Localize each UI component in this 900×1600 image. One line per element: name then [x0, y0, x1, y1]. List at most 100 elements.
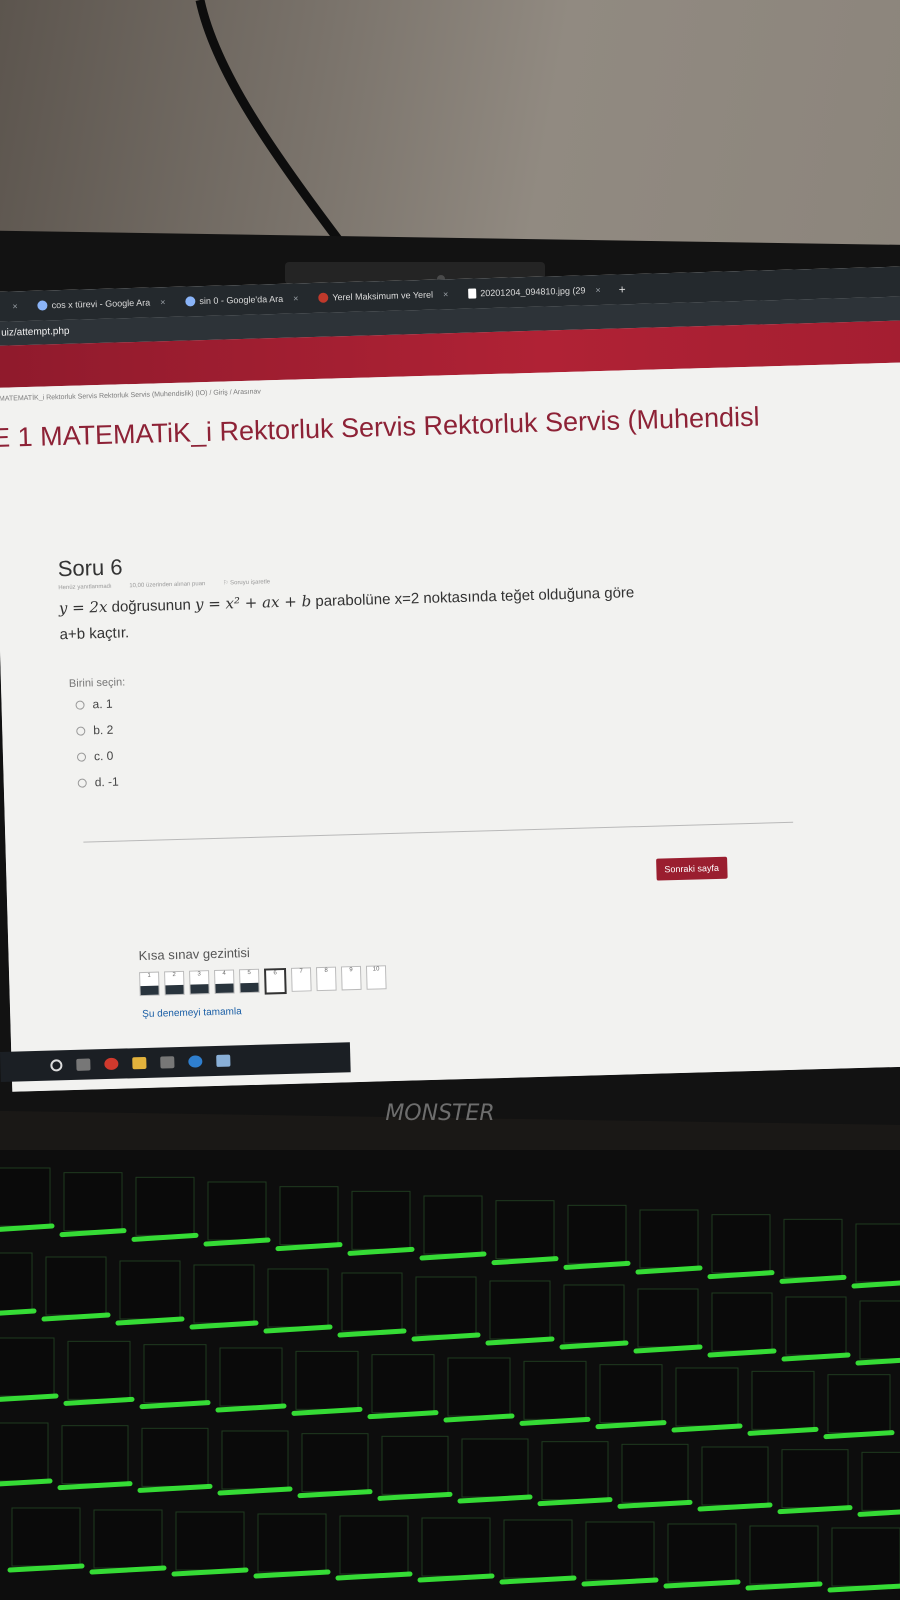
keyboard-key-glow [291, 1406, 363, 1416]
keyboard-key [135, 1176, 195, 1236]
task-view-icon[interactable] [76, 1058, 91, 1071]
keyboard-key-glow [457, 1494, 533, 1504]
keyboard-key [0, 1422, 49, 1482]
keyboard-key [11, 1507, 81, 1567]
flag-question-link[interactable]: ⚐ Soruyu işaretle [223, 579, 286, 586]
keyboard-key-glow [707, 1348, 777, 1358]
keyboard-key-glow [697, 1502, 773, 1512]
keyboard-key [193, 1264, 255, 1324]
option-label[interactable]: a. 1 [92, 697, 112, 712]
close-icon[interactable]: × [160, 297, 166, 307]
keyboard-key-glow [827, 1583, 900, 1593]
close-icon[interactable]: × [443, 289, 449, 299]
quiz-nav-button[interactable]: 8 [315, 966, 337, 992]
keyboard-key [585, 1521, 655, 1581]
quiz-nav-button[interactable]: 1 [139, 971, 160, 997]
keyboard-key-glow [137, 1483, 213, 1493]
quiz-nav-button[interactable]: 4 [214, 969, 235, 994]
quiz-nav-button[interactable]: 5 [239, 968, 260, 994]
keyboard-key-glow [443, 1413, 515, 1423]
keyboard-key [0, 1167, 51, 1227]
keyboard-key-glow [297, 1489, 373, 1499]
keyboard-key [781, 1449, 849, 1509]
keyboard-key [119, 1260, 181, 1320]
keyboard-key [141, 1427, 209, 1487]
keyboard-key [701, 1446, 769, 1506]
browser-tab[interactable]: sin 0 - Google'da Ara × [177, 287, 307, 313]
keyboard-key [295, 1350, 359, 1410]
keyboard-key [461, 1438, 529, 1498]
mail-icon[interactable] [160, 1056, 175, 1069]
keyboard-key-glow [131, 1232, 199, 1242]
keyboard-key [339, 1515, 409, 1575]
close-icon[interactable]: × [293, 293, 299, 303]
keyboard-key [855, 1223, 900, 1283]
keyboard-keys [0, 1167, 900, 1593]
keyboard-key-glow [779, 1274, 847, 1284]
finish-attempt-link[interactable]: Şu denemeyi tamamla [142, 1006, 242, 1020]
radio-button[interactable] [76, 752, 87, 762]
keyboard-key [45, 1256, 107, 1316]
option-label[interactable]: b. 2 [93, 723, 113, 738]
radio-button[interactable] [76, 726, 86, 736]
keyboard-key-glow [635, 1265, 703, 1275]
keyboard-key [219, 1347, 283, 1407]
laptop-screen: × cos x türevi - Google Ara × sin 0 - Goo… [0, 266, 900, 1092]
google-icon [185, 296, 196, 307]
keyboard-key [621, 1443, 689, 1503]
keyboard-key [827, 1374, 891, 1434]
close-icon[interactable]: × [12, 301, 18, 311]
keyboard-key [785, 1296, 847, 1356]
computer-icon[interactable] [216, 1054, 231, 1067]
quiz-nav-button[interactable]: 9 [340, 965, 362, 991]
keyboard-key [489, 1280, 551, 1340]
keyboard-key [563, 1284, 625, 1344]
keyboard-key-glow [581, 1577, 659, 1587]
keyboard-key [415, 1276, 477, 1336]
search-icon[interactable] [50, 1059, 63, 1072]
opera-icon[interactable] [104, 1057, 119, 1071]
laptop-brand-logo: MONSTER [370, 1098, 510, 1128]
keyboard-key-glow [347, 1246, 415, 1256]
keyboard-key [301, 1433, 369, 1493]
keyboard-key [279, 1186, 339, 1246]
quiz-nav-button[interactable]: 7 [290, 967, 312, 992]
keyboard-key [667, 1523, 737, 1583]
radio-button[interactable] [75, 700, 85, 710]
keyboard-key-glow [485, 1336, 555, 1346]
keyboard-key [711, 1292, 773, 1352]
keyboard-key [637, 1288, 699, 1348]
keyboard-key-glow [777, 1505, 853, 1515]
browser-tab[interactable]: × [0, 295, 26, 318]
brand-text: MONSTER [385, 1101, 494, 1126]
backlit-keyboard [0, 1150, 900, 1600]
quiz-nav-button[interactable]: 2 [164, 970, 185, 996]
math-expression: y = x² + ax + b [194, 592, 312, 614]
question-text-part: parabolüne x=2 noktasında teğet olduğuna… [310, 584, 635, 611]
browser-tab[interactable]: Yerel Maksimum ve Yerel × [310, 283, 457, 309]
keyboard-key-glow [59, 1228, 127, 1238]
keyboard-key-glow [115, 1316, 185, 1326]
keyboard-key [257, 1513, 327, 1573]
keyboard-key [0, 1337, 55, 1397]
quiz-nav-button[interactable]: 3 [189, 970, 210, 995]
keyboard-key [831, 1527, 900, 1587]
quiz-nav-button[interactable]: 10 [365, 965, 387, 990]
browser-tab[interactable]: 20201204_094810.jpg (29 × [460, 279, 609, 305]
new-tab-button[interactable]: + [612, 282, 631, 297]
edge-icon[interactable] [188, 1055, 203, 1068]
tab-label: sin 0 - Google'da Ara [199, 293, 284, 307]
answer-option[interactable]: d. -1 [77, 756, 794, 790]
next-page-button[interactable]: Sonraki sayfa [656, 856, 728, 881]
site-icon [318, 292, 329, 303]
radio-button[interactable] [77, 777, 87, 788]
folder-icon[interactable] [132, 1056, 147, 1070]
option-label[interactable]: c. 0 [94, 749, 114, 764]
keyboard-key-glow [63, 1396, 135, 1406]
browser-tab[interactable]: cos x türevi - Google Ara × [29, 291, 173, 317]
question-text-part: doğrusunun [107, 596, 196, 616]
option-label[interactable]: d. -1 [95, 775, 119, 790]
close-icon[interactable]: × [595, 285, 601, 295]
divider [83, 821, 794, 843]
quiz-nav-button-current[interactable]: 6 [263, 967, 287, 995]
